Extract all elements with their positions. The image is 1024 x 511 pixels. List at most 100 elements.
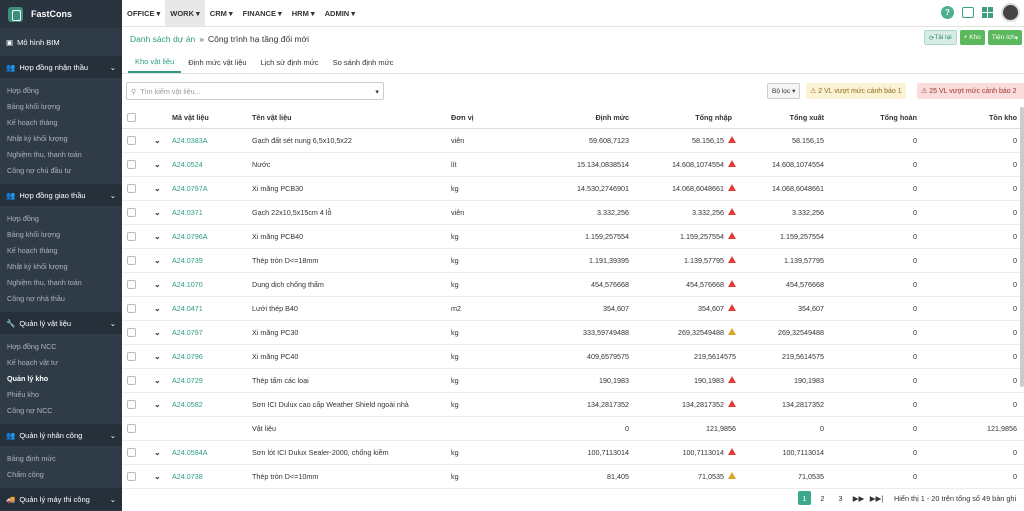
table-row[interactable]: ⌄ A24.0524 Nước lít 15.134,0838514 14.60… <box>122 153 1024 177</box>
col-norm[interactable]: Định mức <box>595 107 629 128</box>
chevron-down-icon[interactable]: ⌄ <box>154 280 161 289</box>
row-checkbox[interactable] <box>127 448 136 457</box>
material-code[interactable]: A24.0729 <box>172 369 203 392</box>
material-code[interactable]: A24.0582 <box>172 393 203 416</box>
row-checkbox[interactable] <box>127 472 136 481</box>
chevron-down-icon[interactable]: ⌄ <box>154 304 161 313</box>
menu-item-hrm[interactable]: HRM ▾ <box>287 0 320 26</box>
warehouse-icon[interactable] <box>962 7 974 18</box>
sidebar-item[interactable]: Nhật ký khối lượng <box>0 258 122 274</box>
menu-item-admin[interactable]: ADMIN ▾ <box>320 0 360 26</box>
material-code[interactable]: A24.0797 <box>172 321 203 344</box>
add-warehouse-button[interactable]: + Kho <box>959 30 985 45</box>
row-checkbox[interactable] <box>127 280 136 289</box>
sidebar-item[interactable]: Kế hoạch tháng <box>0 114 122 130</box>
sidebar-section[interactable]: 🔧 Quản lý vật liệu ⌄ <box>0 312 122 334</box>
chevron-down-icon[interactable]: ⌄ <box>154 352 161 361</box>
table-row[interactable]: ⌄ A24.0739 Thép tròn D<=18mm kg 1.191,39… <box>122 249 1024 273</box>
sidebar-item[interactable]: Bảng khối lượng <box>0 98 122 114</box>
chevron-down-icon[interactable]: ⌄ <box>154 208 161 217</box>
avatar[interactable] <box>1001 3 1020 22</box>
breadcrumb-link[interactable]: Danh sách dự án <box>130 34 195 44</box>
material-code[interactable]: A24.0371 <box>172 201 203 224</box>
tab-0[interactable]: Kho vật liệu <box>128 52 182 73</box>
reload-button[interactable]: ⟳ Tải lại <box>923 30 957 45</box>
table-row[interactable]: ⌄ A24.0796 Xi măng PC40 kg 409,6579575 2… <box>122 345 1024 369</box>
table-row[interactable]: ⌄ A24.1070 Dung dịch chống thấm kg 454,5… <box>122 273 1024 297</box>
sidebar-item[interactable]: Hợp đồng <box>0 82 122 98</box>
sidebar-item[interactable]: Chấm công <box>0 466 122 482</box>
sidebar-item[interactable]: Hợp đồng NCC <box>0 338 122 354</box>
table-row[interactable]: ⌄ A24.0371 Gạch 22x10,5x15cm 4 lỗ viên 3… <box>122 201 1024 225</box>
page-2[interactable]: 2 <box>816 491 829 505</box>
sidebar-item-bim[interactable]: ▣ Mô hình BIM <box>0 28 122 56</box>
brand[interactable]: FastCons <box>0 0 122 28</box>
table-row[interactable]: ⌄ A24.0383A Gạch đất sét nung 6,5x10,5x2… <box>122 129 1024 153</box>
table-row[interactable]: ⌄ A24.0797A Xi măng PCB30 kg 14.530,2746… <box>122 177 1024 201</box>
row-checkbox[interactable] <box>127 304 136 313</box>
sidebar-item[interactable]: Kế hoạch vật tư <box>0 354 122 370</box>
chevron-down-icon[interactable]: ⌄ <box>154 328 161 337</box>
sidebar-item[interactable]: Hợp đồng <box>0 210 122 226</box>
col-export[interactable]: Tổng xuất <box>790 107 824 128</box>
sidebar-item[interactable]: Nghiệm thu, thanh toán <box>0 146 122 162</box>
tab-2[interactable]: Lịch sử định mức <box>254 52 326 73</box>
row-checkbox[interactable] <box>127 424 136 433</box>
table-row[interactable]: Vật liệu 0 121,9856 0 0 121,9856 <box>122 417 1024 441</box>
col-import[interactable]: Tổng nhập <box>695 107 732 128</box>
chevron-down-icon[interactable]: ⌄ <box>154 400 161 409</box>
chevron-down-icon[interactable]: ⌄ <box>154 376 161 385</box>
table-row[interactable]: ⌄ A24.0797 Xi măng PC30 kg 333,59749488 … <box>122 321 1024 345</box>
col-stock[interactable]: Tồn kho <box>989 107 1017 128</box>
material-code[interactable]: A24.0797A <box>172 177 208 200</box>
chevron-down-icon[interactable]: ⌄ <box>154 472 161 481</box>
chevron-down-icon[interactable]: ⌄ <box>154 256 161 265</box>
sidebar-item[interactable]: Công nợ nhà thầu <box>0 290 122 306</box>
chevron-down-icon[interactable]: ⌄ <box>154 160 161 169</box>
chevron-down-icon[interactable]: ⌄ <box>154 448 161 457</box>
table-row[interactable]: ⌄ A24.0594A Sơn lót ICI Dulux Sealer-200… <box>122 441 1024 465</box>
next-page-icon[interactable]: ▶▶ <box>852 491 865 505</box>
help-icon[interactable]: ? <box>941 6 954 19</box>
page-1[interactable]: 1 <box>798 491 811 505</box>
col-code[interactable]: Mã vật liệu <box>172 107 209 128</box>
row-checkbox[interactable] <box>127 160 136 169</box>
tab-3[interactable]: So sánh định mức <box>326 52 401 73</box>
select-all-checkbox[interactable] <box>127 113 136 122</box>
chevron-down-icon[interactable]: ⌄ <box>154 136 161 145</box>
sidebar-item[interactable]: Bảng khối lượng <box>0 226 122 242</box>
filter-button[interactable]: Bộ lọc ▾ <box>767 83 801 99</box>
table-row[interactable]: ⌄ A24.0796A Xi măng PCB40 kg 1.159,25755… <box>122 225 1024 249</box>
row-checkbox[interactable] <box>127 256 136 265</box>
material-code[interactable]: A24.0738 <box>172 465 203 488</box>
col-unit[interactable]: Đơn vị <box>451 107 474 128</box>
search-input[interactable]: ⚲ Tìm kiếm vật liệu... ▾ <box>126 82 384 100</box>
material-code[interactable]: A24.0471 <box>172 297 203 320</box>
menu-item-crm[interactable]: CRM ▾ <box>205 0 238 26</box>
menu-item-work[interactable]: WORK ▾ <box>165 0 205 26</box>
chevron-down-icon[interactable]: ⌄ <box>154 232 161 241</box>
table-row[interactable]: ⌄ A24.0729 Thép tấm các loại kg 190,1983… <box>122 369 1024 393</box>
material-code[interactable]: A24.0739 <box>172 249 203 272</box>
sidebar-item[interactable]: Nghiệm thu, thanh toán <box>0 274 122 290</box>
material-code[interactable]: A24.0524 <box>172 153 203 176</box>
row-checkbox[interactable] <box>127 232 136 241</box>
material-code[interactable]: A24.0383A <box>172 129 208 152</box>
warning-badge-level-1[interactable]: ⚠ 2 VL vượt mức cảnh báo 1 <box>806 83 906 99</box>
row-checkbox[interactable] <box>127 208 136 217</box>
material-code[interactable]: A24.0594A <box>172 441 208 464</box>
sidebar-section[interactable]: 👥 Hợp đồng nhận thầu ⌄ <box>0 56 122 78</box>
sidebar-section[interactable]: 👥 Hợp đồng giao thầu ⌄ <box>0 184 122 206</box>
page-3[interactable]: 3 <box>834 491 847 505</box>
material-code[interactable]: A24.0796 <box>172 345 203 368</box>
apps-grid-icon[interactable] <box>982 7 993 18</box>
last-page-icon[interactable]: ▶▶| <box>870 491 883 505</box>
tab-1[interactable]: Định mức vật liệu <box>181 52 253 73</box>
sidebar-section[interactable]: 🚚 Quản lý máy thi công ⌄ <box>0 488 122 510</box>
table-row[interactable]: ⌄ A24.0471 Lưới thép B40 m2 354,607 354,… <box>122 297 1024 321</box>
sidebar-item[interactable]: Quản lý kho <box>0 370 122 386</box>
sidebar-item[interactable]: Công nợ chủ đầu tư <box>0 162 122 178</box>
row-checkbox[interactable] <box>127 184 136 193</box>
row-checkbox[interactable] <box>127 400 136 409</box>
utilities-button[interactable]: Tiện ích ▾ <box>987 30 1022 45</box>
